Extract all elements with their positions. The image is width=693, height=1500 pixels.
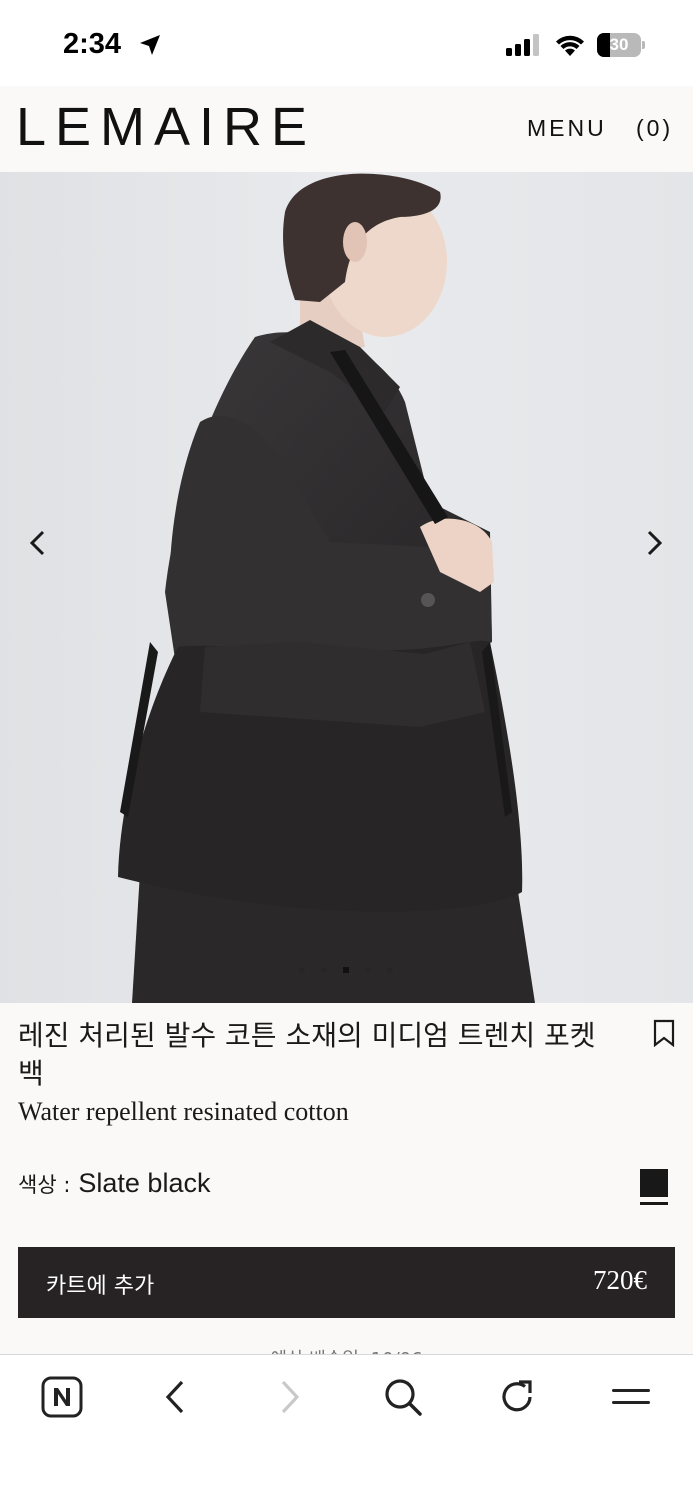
browser-toolbar — [0, 1354, 693, 1500]
product-info: 레진 처리된 발수 코튼 소재의 미디엄 트렌치 포켓 백 Water repe… — [0, 1003, 693, 1354]
swatch-selected-indicator — [640, 1202, 668, 1205]
product-title: 레진 처리된 발수 코튼 소재의 미디엄 트렌치 포켓 백 — [18, 1019, 596, 1090]
menu-icon — [612, 1389, 650, 1404]
wishlist-button[interactable] — [653, 1019, 675, 1051]
site-header: LEMAIRE MENU (0) — [0, 86, 693, 172]
gallery-dot[interactable] — [299, 967, 305, 973]
cart-button[interactable]: (0) — [636, 115, 673, 142]
gallery-dot[interactable] — [387, 967, 393, 973]
add-to-cart-button[interactable]: 카트에 추가 720€ — [18, 1247, 675, 1318]
naver-home-button[interactable] — [40, 1375, 84, 1419]
forward-button[interactable] — [268, 1375, 312, 1419]
product-price: 720€ — [593, 1265, 647, 1295]
color-row: 색상 : Slate black — [18, 1168, 210, 1199]
product-material: Water repellent resinated cotton — [18, 1097, 349, 1126]
naver-home-icon — [41, 1376, 83, 1418]
back-icon — [165, 1380, 184, 1414]
bookmark-icon — [653, 1019, 675, 1048]
add-to-cart-label: 카트에 추가 — [46, 1274, 155, 1299]
refresh-button[interactable] — [495, 1375, 539, 1419]
status-time: 2:34 — [63, 28, 122, 60]
status-bar: 2:34 30 — [0, 0, 693, 86]
back-button[interactable] — [153, 1375, 197, 1419]
gallery-prev-button[interactable] — [18, 523, 58, 563]
gallery-next-button[interactable] — [634, 523, 674, 563]
product-photo — [0, 172, 693, 1003]
cellular-signal-icon — [506, 34, 542, 60]
forward-icon — [281, 1380, 300, 1414]
product-image-gallery[interactable] — [0, 172, 693, 1003]
chevron-left-icon — [29, 530, 45, 556]
gallery-pagination — [0, 967, 693, 977]
delivery-estimate: 예상 배송일: 10/06 — [0, 1345, 693, 1354]
gallery-dot[interactable] — [321, 967, 327, 973]
wifi-icon — [554, 33, 586, 61]
menu-button-browser[interactable] — [609, 1375, 653, 1419]
battery-icon: 30 — [597, 33, 645, 57]
refresh-icon — [502, 1380, 532, 1412]
location-arrow-icon — [138, 33, 162, 61]
menu-button[interactable]: MENU — [527, 115, 607, 142]
gallery-dot[interactable] — [365, 967, 371, 973]
search-icon — [385, 1379, 422, 1416]
search-button[interactable] — [381, 1375, 425, 1419]
gallery-dot[interactable] — [343, 967, 349, 973]
brand-logo[interactable]: LEMAIRE — [16, 96, 316, 158]
chevron-right-icon — [647, 530, 663, 556]
color-swatch-slate-black[interactable] — [640, 1169, 668, 1197]
color-label: 색상 : — [18, 1173, 71, 1197]
battery-level: 30 — [609, 35, 629, 54]
color-value: Slate black — [78, 1168, 211, 1198]
